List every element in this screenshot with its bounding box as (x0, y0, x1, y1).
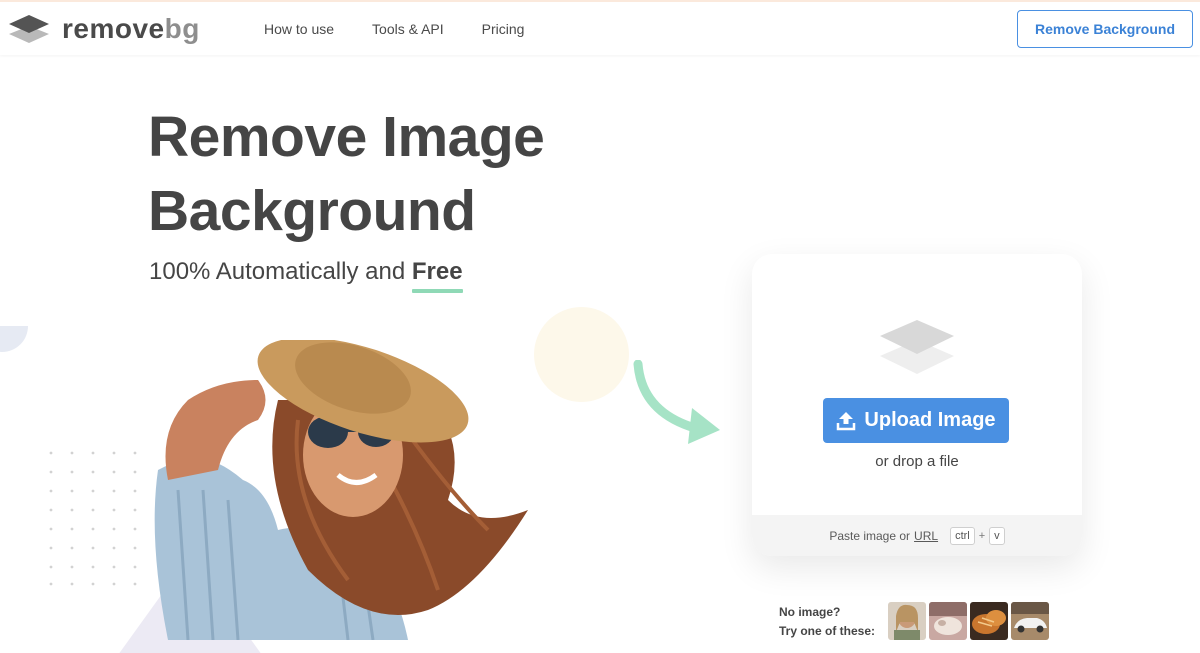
decorative-dot-grid (49, 451, 137, 586)
nav-links: How to use Tools & API Pricing (264, 21, 562, 37)
paste-bar: Paste image or URL ctrl + v (752, 515, 1082, 556)
drop-file-text: or drop a file (875, 453, 959, 470)
top-navbar: removebg How to use Tools & API Pricing … (0, 0, 1200, 55)
key-ctrl: ctrl (950, 526, 975, 545)
title-line-2: Background (148, 179, 476, 243)
upload-image-label: Upload Image (864, 409, 996, 431)
nav-link-tools-api[interactable]: Tools & API (372, 21, 444, 37)
logo-text: removebg (62, 13, 200, 45)
animal-thumbnail (929, 602, 967, 640)
arrow-icon (633, 360, 720, 444)
page-title: Remove Image Background (148, 100, 708, 248)
subtitle-prefix: 100% Automatically and (149, 258, 406, 285)
sample-thumb-bread[interactable] (970, 602, 1008, 640)
woman-portrait-thumbnail (888, 602, 926, 640)
samples-label: No image? Try one of these: (779, 603, 889, 641)
paste-prefix: Paste image or (829, 528, 911, 543)
nav-link-pricing[interactable]: Pricing (482, 21, 525, 37)
key-v: v (989, 526, 1005, 545)
sample-thumbnails (888, 602, 1049, 640)
layers-logo-icon (9, 15, 49, 43)
highlight-underline (411, 289, 463, 293)
layers-icon (880, 320, 954, 374)
logo-main: remove (62, 13, 165, 44)
subtitle-highlight-text: Free (411, 258, 463, 285)
subtitle: 100% Automatically and Free (149, 258, 463, 293)
sample-thumb-animal[interactable] (929, 602, 967, 640)
samples-line-1: No image? (779, 605, 841, 619)
key-plus: + (978, 529, 986, 542)
bread-thumbnail (970, 602, 1008, 640)
subtitle-highlight: Free (411, 258, 463, 293)
title-line-1: Remove Image (148, 105, 545, 169)
upload-card[interactable]: Upload Image or drop a file Paste image … (752, 254, 1082, 556)
upload-image-button[interactable]: Upload Image (823, 398, 1009, 443)
sample-thumb-woman[interactable] (888, 602, 926, 640)
logo[interactable]: removebg (8, 12, 200, 46)
samples-line-2: Try one of these: (779, 624, 876, 638)
car-thumbnail (1011, 602, 1049, 640)
remove-background-button[interactable]: Remove Background (1017, 10, 1193, 48)
upload-icon (837, 411, 856, 430)
paste-url-link[interactable]: URL (914, 529, 938, 543)
hero-woman-photo (154, 340, 528, 640)
decorative-half-circle (0, 326, 28, 352)
decorative-circle (534, 307, 629, 402)
logo-accent: bg (164, 13, 200, 44)
sample-thumb-car[interactable] (1011, 602, 1049, 640)
nav-link-how-to-use[interactable]: How to use (264, 21, 334, 37)
page: removebg How to use Tools & API Pricing … (0, 0, 1200, 653)
keyboard-shortcut: ctrl + v (950, 526, 1005, 545)
